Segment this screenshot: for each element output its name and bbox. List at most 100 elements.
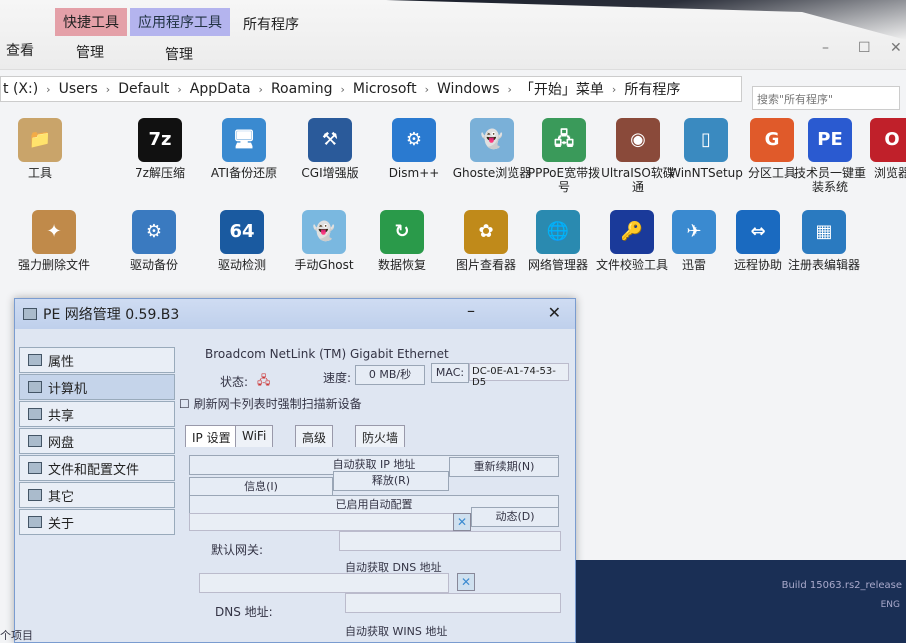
breadcrumb-item[interactable]: AppData — [190, 81, 251, 97]
file-icon-label: 注册表编辑器 — [784, 258, 864, 272]
info-button[interactable]: 信息(I) — [189, 477, 333, 497]
sidebar-item[interactable]: 关于 — [19, 509, 175, 535]
release-button[interactable]: 释放(R) — [333, 471, 449, 491]
rescan-checkbox[interactable]: ☐ 刷新网卡列表时强制扫描新设备 — [179, 395, 362, 412]
breadcrumb-item[interactable]: 所有程序 — [624, 79, 680, 99]
tab-view[interactable]: 查看 — [6, 40, 34, 60]
file-icon-label: 数据恢复 — [362, 258, 442, 272]
minimize-icon[interactable]: – — [467, 301, 475, 320]
sidebar-item-label: 计算机 — [48, 378, 87, 397]
chevron-right-icon: › — [177, 83, 181, 96]
mac-value: DC-0E-A1-74-53-D5 — [469, 363, 569, 381]
clear-dns-icon[interactable]: ✕ — [457, 573, 475, 591]
file-icon-item[interactable]: ⚙Dism++ — [374, 118, 454, 180]
file-icon-label: CGI增强版 — [290, 166, 370, 180]
dialog-tab[interactable]: 防火墙 — [355, 425, 405, 447]
file-icon-item[interactable]: 64驱动检测 — [202, 210, 282, 272]
dialog-titlebar[interactable]: PE 网络管理 0.59.B3 – ✕ — [15, 299, 575, 329]
sidebar-item[interactable]: 文件和配置文件 — [19, 455, 175, 481]
status-label: 状态: — [220, 373, 248, 390]
speed-label: 速度: — [323, 369, 351, 386]
ribbon-context-app[interactable]: 应用程序工具 — [130, 8, 230, 36]
file-icon-item[interactable]: 7z 7z解压缩 — [120, 118, 200, 180]
dns-field[interactable] — [199, 573, 449, 593]
search-input[interactable]: 搜索"所有程序" — [752, 86, 900, 110]
tab-manage-app[interactable]: 管理 — [165, 44, 193, 64]
gateway-field[interactable] — [339, 531, 561, 551]
breadcrumb-item[interactable]: Windows — [437, 81, 500, 97]
file-icon-item[interactable]: ✿ 图片查看器 — [446, 210, 526, 272]
dialog-main: Broadcom NetLink (TM) Gigabit Ethernet 状… — [175, 341, 575, 641]
tray-lang[interactable]: ENG — [881, 600, 900, 610]
file-icon-label: PPPoE宽带拨号 — [524, 166, 604, 194]
sidebar-item[interactable]: 网盘 — [19, 428, 175, 454]
dialog-tab[interactable]: WiFi — [235, 425, 273, 447]
file-icon-item[interactable]: ▦注册表编辑器 — [784, 210, 864, 272]
app-icon: 👻 — [302, 210, 346, 254]
clear-icon[interactable]: ✕ — [453, 513, 471, 531]
sidebar-item-icon — [28, 381, 42, 393]
build-watermark: Build 15063.rs2_release — [782, 580, 902, 591]
file-icon-item[interactable]: ⚙驱动备份 — [114, 210, 194, 272]
breadcrumb-item[interactable]: 「开始」菜单 — [520, 79, 604, 99]
tab-manage-shortcut[interactable]: 管理 — [76, 42, 104, 62]
sidebar-item-label: 属性 — [48, 351, 74, 370]
ribbon-context-shortcut[interactable]: 快捷工具 — [55, 8, 127, 36]
breadcrumb-item[interactable]: Microsoft — [353, 81, 417, 97]
adapter-select[interactable]: Broadcom NetLink (TM) Gigabit Ethernet — [205, 347, 449, 361]
pe-network-dialog: PE 网络管理 0.59.B3 – ✕ 属性计算机共享网盘文件和配置文件其它关于… — [14, 298, 576, 643]
sidebar-item[interactable]: 其它 — [19, 482, 175, 508]
file-icon-item[interactable]: 📁 工具 — [0, 118, 80, 180]
sidebar-item[interactable]: 计算机 — [19, 374, 175, 400]
file-icon-item[interactable]: 🌐网络管理器 — [518, 210, 598, 272]
app-icon: ✦ — [32, 210, 76, 254]
app-icon: 📁 — [18, 118, 62, 162]
app-icon: ▯ — [684, 118, 728, 162]
file-icon-item[interactable]: ↻数据恢复 — [362, 210, 442, 272]
file-icon-item[interactable]: ✦强力删除文件 — [14, 210, 94, 272]
file-icon-item[interactable]: 👻手动Ghost — [284, 210, 364, 272]
sidebar-item-icon — [28, 408, 42, 420]
breadcrumb-item[interactable]: Roaming — [271, 81, 333, 97]
breadcrumb-item[interactable]: Users — [59, 81, 98, 97]
file-icon-label: 图片查看器 — [446, 258, 526, 272]
file-icon-label: ATI备份还原 — [204, 166, 284, 180]
file-icon-item[interactable]: 🖧PPPoE宽带拨号 — [524, 118, 604, 194]
dynamic-button[interactable]: 动态(D) — [471, 507, 559, 527]
file-icon-label: 工具 — [0, 166, 80, 180]
sidebar-item-label: 共享 — [48, 405, 74, 424]
app-icon: 🖥 — [222, 118, 266, 162]
file-icon-label: 浏览器 — [852, 166, 906, 180]
file-icon-item[interactable]: ⚒CGI增强版 — [290, 118, 370, 180]
app-icon: ⇔ — [736, 210, 780, 254]
app-icon: ✿ — [464, 210, 508, 254]
sidebar-item[interactable]: 共享 — [19, 401, 175, 427]
app-icon: 7z — [138, 118, 182, 162]
sidebar-item[interactable]: 属性 — [19, 347, 175, 373]
ip-field[interactable] — [189, 513, 459, 531]
breadcrumb-item[interactable]: t (X:) — [3, 81, 38, 97]
address-bar[interactable]: t (X:)›Users›Default›AppData›Roaming›Mic… — [0, 76, 742, 102]
file-icon-item[interactable]: O浏览器 — [852, 118, 906, 180]
breadcrumb-item[interactable]: Default — [118, 81, 169, 97]
auto-wins-label: 自动获取 WINS 地址 — [345, 623, 447, 639]
renew-button[interactable]: 重新续期(N) — [449, 457, 559, 477]
close-button[interactable]: ✕ — [890, 40, 902, 56]
app-icon: ◉ — [616, 118, 660, 162]
app-icon: ✈ — [672, 210, 716, 254]
maximize-button[interactable]: ☐ — [858, 40, 871, 56]
dialog-tab[interactable]: IP 设置 — [185, 425, 238, 447]
file-icon-label: 网络管理器 — [518, 258, 598, 272]
file-icon-label: 7z解压缩 — [120, 166, 200, 180]
taskbar: Build 15063.rs2_release ENG — [576, 560, 906, 643]
file-icon-item[interactable]: 👻Ghoste浏览器 — [452, 118, 532, 180]
file-icon-label: Ghoste浏览器 — [452, 166, 532, 180]
dialog-tab[interactable]: 高级 — [295, 425, 333, 447]
close-icon[interactable]: ✕ — [548, 303, 561, 322]
app-icon: 64 — [220, 210, 264, 254]
chevron-right-icon: › — [612, 83, 616, 96]
minimize-button[interactable]: – — [822, 40, 829, 56]
chevron-right-icon: › — [106, 83, 110, 96]
file-icon-item[interactable]: 🖥 ATI备份还原 — [204, 118, 284, 180]
dns-value-field[interactable] — [345, 593, 561, 613]
